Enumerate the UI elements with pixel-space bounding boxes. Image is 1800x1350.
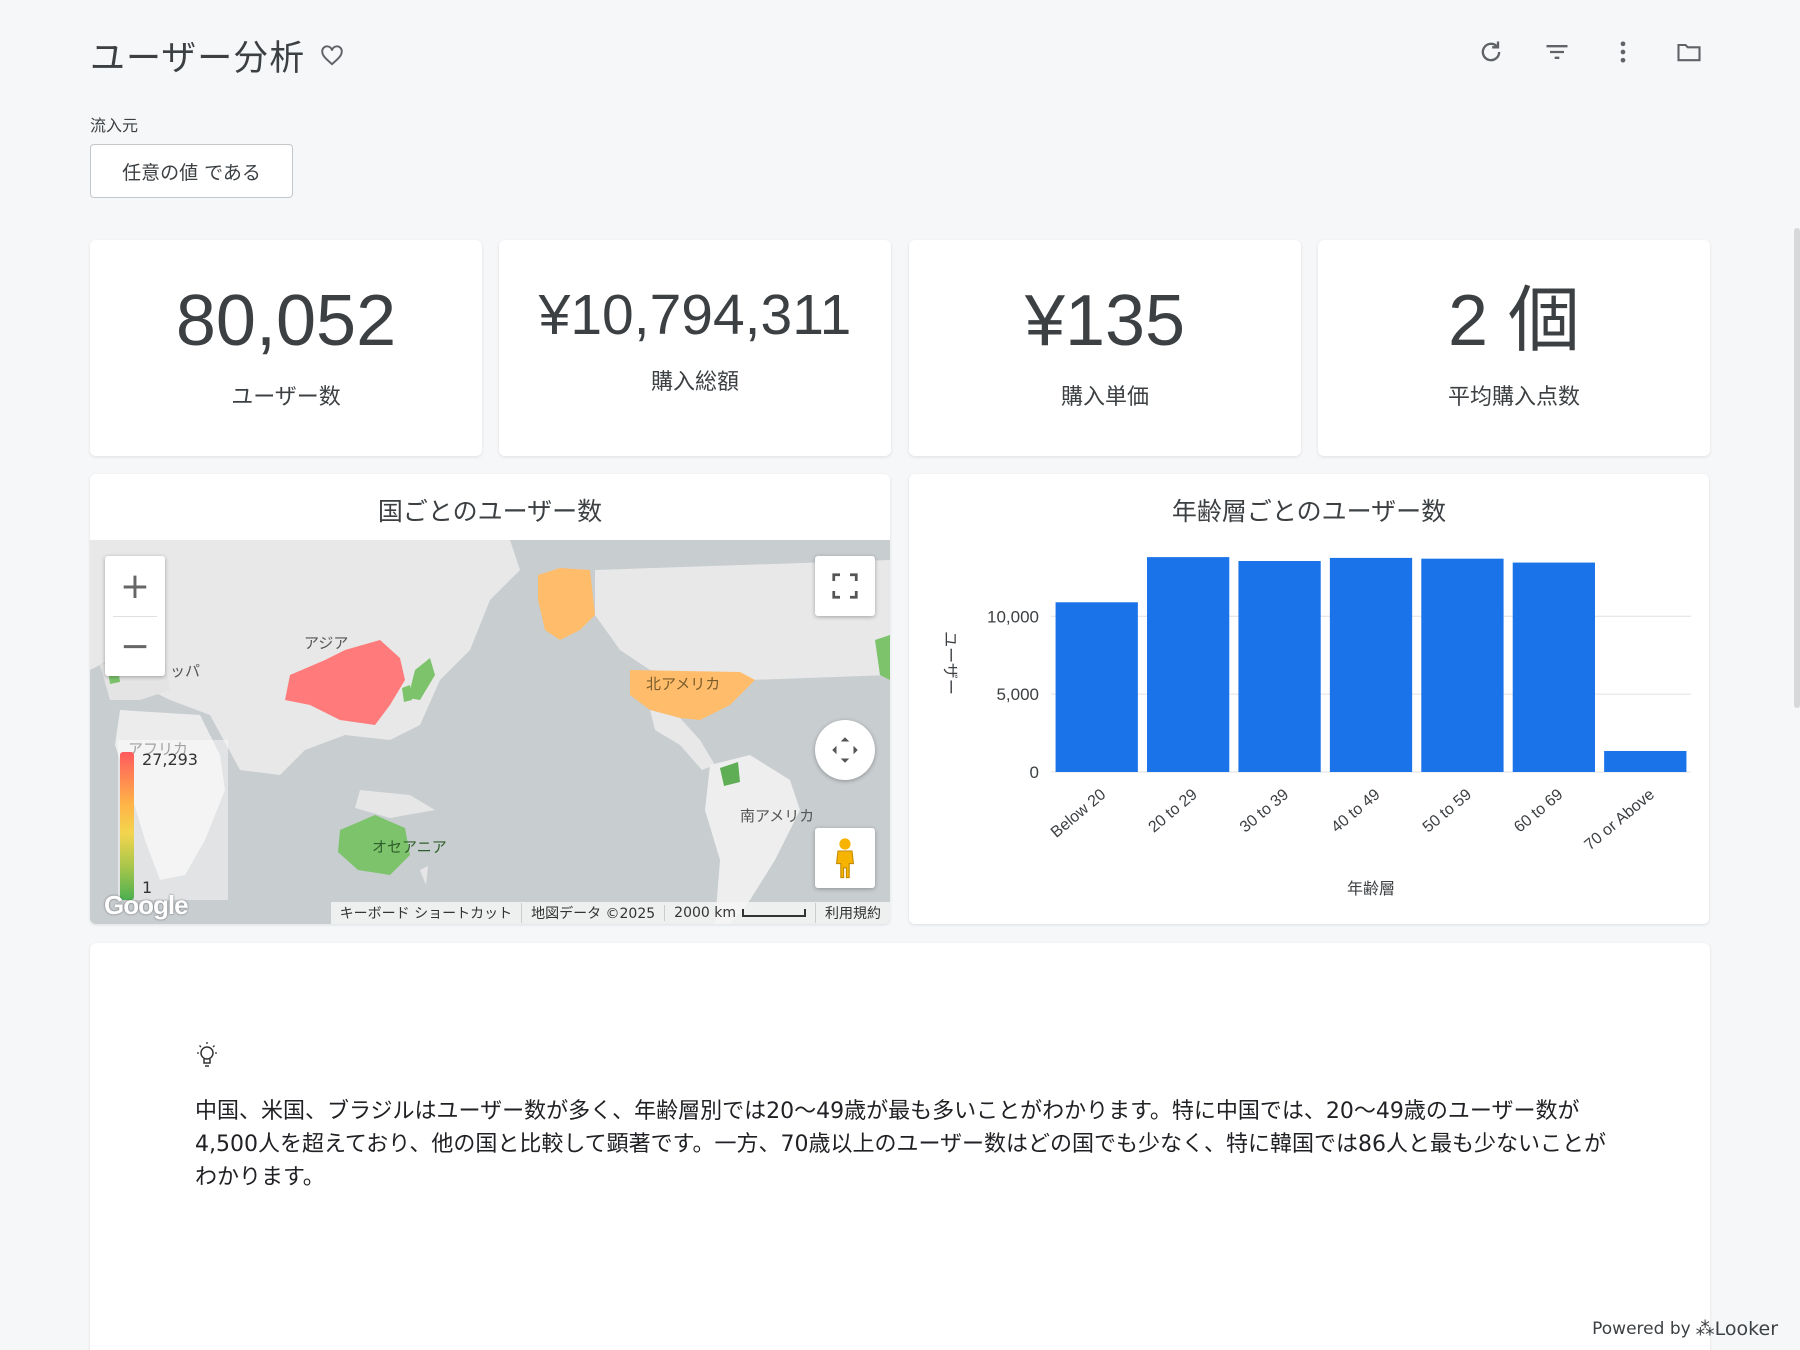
kpi-value: ¥135: [1024, 281, 1186, 361]
pegman-icon: [835, 838, 855, 879]
pan-arrows-icon: [832, 737, 858, 763]
page-title: ユーザー分析: [90, 38, 306, 79]
age-bar-chart: 0 5,000 10,000 Below 20 20 to 29 30 to 39 40 t…: [941, 557, 1691, 898]
filter-icon[interactable]: [1541, 36, 1573, 68]
more-vert-icon[interactable]: [1607, 36, 1639, 68]
filter-label: 流入元: [90, 116, 139, 135]
region-label-north-america: 北アメリカ: [646, 675, 721, 693]
lightbulb-icon: [197, 1042, 217, 1067]
x-tick-label: Below 20: [1048, 786, 1109, 841]
looker-logo: ⁂Looker: [1696, 1318, 1778, 1340]
x-tick-label: 70 or Above: [1582, 786, 1658, 854]
kpi-label: 購入総額: [650, 369, 739, 395]
land-central-america: [650, 710, 715, 770]
kpi-value: ¥10,794,311: [538, 282, 852, 347]
map-scale-label: 2000 km: [674, 905, 736, 921]
scale-bar: [742, 909, 806, 917]
insight-text: 中国、米国、ブラジルはユーザー数が多く、年齢層別では20〜49歳が最も多いことが…: [195, 1099, 1607, 1190]
bar[interactable]: [1421, 558, 1504, 772]
fullscreen-button[interactable]: [815, 556, 875, 616]
folder-icon[interactable]: [1673, 36, 1705, 68]
map-attribution: キーボード ショートカット 地図データ ©2025 2000 km 利用規約: [330, 902, 890, 924]
x-axis-label: 年齢層: [1347, 879, 1395, 898]
region-label-oceania: オセアニア: [372, 838, 447, 856]
x-tick-label: 20 to 29: [1145, 786, 1200, 836]
kpi-value: 80,052: [175, 281, 397, 361]
kpi-label: 購入単価: [1060, 385, 1149, 410]
kpi-label: ユーザー数: [231, 385, 341, 410]
x-tick-label: 40 to 49: [1328, 786, 1383, 836]
region-label-south-america: 南アメリカ: [740, 807, 815, 825]
page-scrollbar[interactable]: [1794, 228, 1800, 708]
zoom-out-button[interactable]: −: [105, 616, 165, 676]
map-title: 国ごとのユーザー数: [377, 497, 603, 526]
kpi-value: 2 個: [1447, 281, 1581, 361]
bar[interactable]: [1147, 557, 1230, 772]
land-alaska: [538, 568, 595, 640]
bar[interactable]: [1329, 557, 1413, 772]
map-scale: 2000 km: [664, 905, 815, 921]
land-new-zealand: [420, 866, 428, 885]
bar[interactable]: [1055, 602, 1138, 772]
world-map[interactable]: アジア ッパ 北アメリカ 南アメリカ アフリカ オセアニア 27,293 1 G…: [90, 540, 890, 924]
land-sea-islands: [355, 790, 435, 818]
kpi-card-users: 80,052 ユーザー数: [90, 240, 482, 456]
y-axis-label: ユーザー: [941, 631, 960, 695]
terms-link[interactable]: 利用規約: [815, 903, 890, 923]
bar[interactable]: [1238, 561, 1321, 772]
looker-logo-icon: ⁂: [1695, 1318, 1715, 1340]
region-label-asia: アジア: [304, 634, 349, 652]
map-pan-button[interactable]: [815, 720, 875, 780]
google-logo: Google: [104, 890, 189, 920]
map-zoom-control: + −: [105, 556, 165, 676]
kpi-card-unit-price: ¥135 購入単価: [909, 240, 1301, 456]
source-filter-button[interactable]: 任意の値 である: [90, 144, 293, 198]
kpi-card-total-purchase: ¥10,794,311 購入総額: [499, 240, 891, 456]
map-legend-max: 27,293: [142, 750, 198, 769]
x-tick-label: 30 to 39: [1237, 786, 1292, 836]
age-chart-card: 年齢層ごとのユーザー数 0 5,000 10,000 Below 20 20 to 29…: [909, 474, 1709, 924]
zoom-in-button[interactable]: +: [105, 556, 165, 616]
bar[interactable]: [1512, 562, 1595, 772]
region-label-europe: ッパ: [170, 662, 201, 680]
map-data-credit: 地図データ ©2025: [521, 903, 664, 923]
kpi-card-avg-items: 2 個 平均購入点数: [1318, 240, 1710, 456]
looker-brand-text: Looker: [1714, 1318, 1778, 1340]
dashboard-toolbar: [1475, 36, 1705, 68]
map-card: 国ごとのユーザー数 アジア ッパ 北アメリカ 南アメリカ アフリカ オセアニア …: [90, 474, 890, 924]
x-tick-label: 50 to 59: [1420, 786, 1475, 836]
heart-icon[interactable]: [319, 42, 345, 68]
bar[interactable]: [1604, 750, 1687, 772]
refresh-icon[interactable]: [1475, 36, 1507, 68]
fullscreen-icon: [832, 573, 858, 599]
land-south-america: [705, 755, 800, 924]
y-tick-label: 0: [1030, 763, 1039, 782]
insight-card: 中国、米国、ブラジルはユーザー数が多く、年齢層別では20〜49歳が最も多いことが…: [90, 943, 1710, 1350]
kpi-label: 平均購入点数: [1447, 385, 1580, 410]
y-tick-label: 5,000: [996, 685, 1039, 704]
x-tick-label: 60 to 69: [1511, 786, 1566, 836]
keyboard-shortcuts-link[interactable]: キーボード ショートカット: [331, 903, 521, 923]
y-tick-label: 10,000: [987, 607, 1039, 626]
powered-by: Powered by ⁂Looker: [1592, 1318, 1778, 1340]
map-legend-gradient: [120, 752, 134, 900]
zoom-separator: [113, 616, 157, 617]
dashboard-header: ユーザー分析: [90, 30, 345, 80]
powered-by-label: Powered by: [1592, 1319, 1691, 1339]
street-view-button[interactable]: [815, 828, 875, 888]
